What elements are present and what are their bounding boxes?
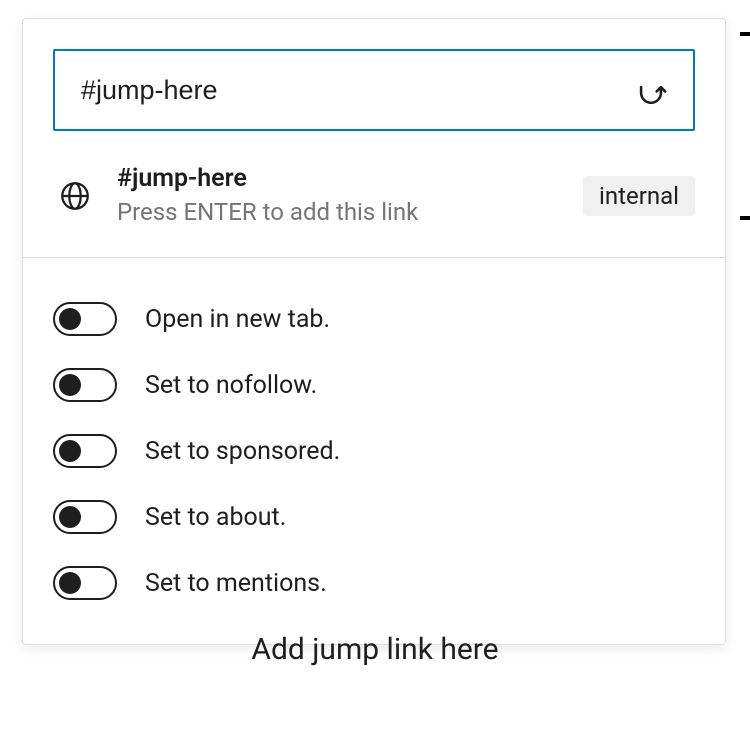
toggle-open-new-tab[interactable] xyxy=(53,302,117,336)
toggle-nofollow[interactable] xyxy=(53,368,117,402)
option-about: Set to about. xyxy=(53,484,695,550)
option-open-new-tab: Open in new tab. xyxy=(53,286,695,352)
link-editor-popover: #jump-here Press ENTER to add this link … xyxy=(22,18,726,645)
globe-icon xyxy=(53,179,97,213)
url-input[interactable] xyxy=(81,75,633,106)
link-suggestion[interactable]: #jump-here Press ENTER to add this link … xyxy=(23,153,725,257)
option-mentions: Set to mentions. xyxy=(53,550,695,616)
background-fragment xyxy=(740,216,750,220)
suggestion-subtitle: Press ENTER to add this link xyxy=(117,196,563,230)
option-nofollow: Set to nofollow. xyxy=(53,352,695,418)
background-fragment xyxy=(740,32,750,36)
submit-icon[interactable] xyxy=(633,72,669,108)
suggestion-title: #jump-here xyxy=(117,163,563,196)
option-label: Set to sponsored. xyxy=(145,437,340,466)
option-sponsored: Set to sponsored. xyxy=(53,418,695,484)
url-input-wrap xyxy=(53,49,695,131)
option-label: Set to nofollow. xyxy=(145,371,317,400)
toggle-mentions[interactable] xyxy=(53,566,117,600)
link-type-badge: internal xyxy=(583,176,695,216)
link-options: Open in new tab. Set to nofollow. Set to… xyxy=(23,258,725,644)
suggestion-texts: #jump-here Press ENTER to add this link xyxy=(117,163,563,229)
toggle-about[interactable] xyxy=(53,500,117,534)
option-label: Open in new tab. xyxy=(145,305,330,334)
option-label: Set to about. xyxy=(145,503,286,532)
toggle-sponsored[interactable] xyxy=(53,434,117,468)
caption-text: Add jump link here xyxy=(0,632,750,667)
url-input-row xyxy=(23,19,725,153)
option-label: Set to mentions. xyxy=(145,569,327,598)
